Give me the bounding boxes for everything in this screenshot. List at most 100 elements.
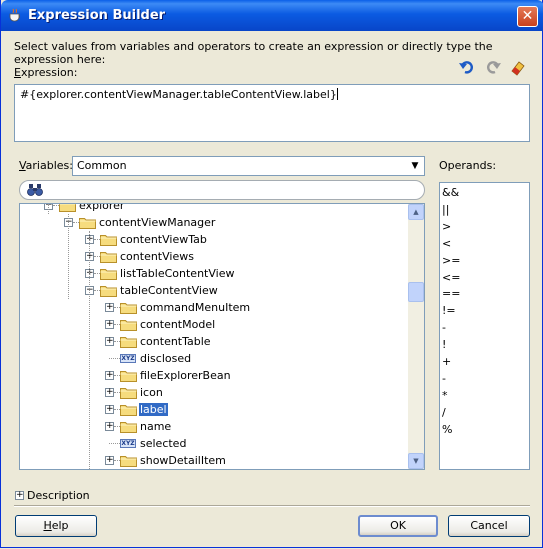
tree-guide-line <box>68 214 69 299</box>
tree-item[interactable]: + commandMenuItem <box>20 299 408 316</box>
tree-item[interactable]: + contentViewTab <box>20 231 408 248</box>
window-title: Expression Builder <box>28 8 166 23</box>
operand-item[interactable]: >= <box>442 253 460 269</box>
binoculars-icon <box>27 184 43 196</box>
operand-item[interactable]: == <box>442 286 460 302</box>
operand-item[interactable]: * <box>442 388 448 404</box>
tree-item-label[interactable]: tableContentView <box>119 284 219 297</box>
folder-icon <box>100 250 117 263</box>
operand-item[interactable]: && <box>442 185 459 201</box>
expand-plus-icon[interactable]: + <box>105 405 114 414</box>
cancel-button[interactable]: Cancel <box>448 515 530 537</box>
folder-icon <box>100 267 117 280</box>
tree-item[interactable]: + listTableContentView <box>20 265 408 282</box>
tree-item-label[interactable]: selected <box>139 437 187 450</box>
tree-item-label[interactable]: label <box>139 403 168 416</box>
tree-item-label[interactable]: fileExplorerBean <box>139 369 232 382</box>
tree-guide-line <box>89 231 90 469</box>
tree-item-label[interactable]: contentModel <box>139 318 216 331</box>
redo-icon[interactable] <box>484 58 502 76</box>
tree-item[interactable]: + icon <box>20 384 408 401</box>
tree-item[interactable]: + contentTable <box>20 333 408 350</box>
variables-selected-value: Common <box>77 159 127 172</box>
operand-item[interactable]: + <box>442 354 451 370</box>
folder-icon <box>120 335 137 348</box>
operand-item[interactable]: - <box>442 320 446 336</box>
eraser-icon[interactable] <box>509 58 527 76</box>
expand-plus-icon[interactable]: + <box>105 371 114 380</box>
operand-item[interactable]: || <box>442 202 449 218</box>
scroll-up-arrow-icon[interactable]: ▲ <box>408 204 424 220</box>
tree-item[interactable]: + showDetailItem <box>20 452 408 469</box>
operand-item[interactable]: / <box>442 405 446 421</box>
tree-vertical-scrollbar[interactable]: ▲ ▼ <box>408 204 424 469</box>
folder-icon <box>120 301 137 314</box>
tree-item[interactable]: + name <box>20 418 408 435</box>
expand-plus-icon[interactable]: + <box>105 456 114 465</box>
folder-icon <box>100 233 117 246</box>
operand-item[interactable]: < <box>442 236 451 252</box>
tree-item[interactable]: XYZ disclosed <box>20 350 408 367</box>
tree-item-label[interactable]: explorer <box>78 204 125 212</box>
tree-item[interactable]: + contentModel <box>20 316 408 333</box>
tree-item[interactable]: − contentViewManager <box>20 214 408 231</box>
expand-plus-icon[interactable]: + <box>105 320 114 329</box>
variables-search-field[interactable] <box>19 180 425 200</box>
close-button[interactable]: ✕ <box>517 6 538 27</box>
folder-icon <box>59 204 76 212</box>
expand-plus-icon[interactable]: + <box>105 337 114 346</box>
tree-connector <box>109 358 120 359</box>
tree-item[interactable]: + label <box>20 401 408 418</box>
operands-list[interactable]: && || > < >= <= == != -! + - * /% <box>439 182 530 470</box>
tree-item[interactable]: XYZ selected <box>20 435 408 452</box>
undo-icon[interactable] <box>458 58 476 76</box>
tree-item[interactable]: − explorer <box>20 204 408 214</box>
expand-plus-icon[interactable]: + <box>105 303 114 312</box>
text-caret <box>336 88 338 100</box>
operand-item[interactable]: <= <box>442 270 460 286</box>
expand-plus-icon[interactable]: + <box>105 422 114 431</box>
tree-item-label[interactable]: contentViewManager <box>98 216 216 229</box>
tree-item-label[interactable]: showDetailItem <box>139 454 227 467</box>
folder-icon <box>120 386 137 399</box>
variables-dropdown[interactable]: Common ▼ <box>72 156 425 176</box>
operands-label: Operands: <box>439 159 497 172</box>
title-bar[interactable]: Expression Builder ✕ <box>1 0 543 31</box>
operand-item[interactable]: != <box>442 303 456 319</box>
variables-tree[interactable]: ▲ ▼ − explorer − contentViewManager + content… <box>19 203 425 470</box>
chevron-down-icon[interactable]: ▼ <box>408 159 422 173</box>
description-expander[interactable]: + <box>15 491 24 500</box>
tree-item[interactable]: + contentViews <box>20 248 408 265</box>
tree-item-label[interactable]: contentViewTab <box>119 233 208 246</box>
folder-icon <box>100 284 117 297</box>
folder-icon <box>120 420 137 433</box>
folder-icon <box>120 318 137 331</box>
operand-item[interactable]: - <box>442 371 446 387</box>
expression-input[interactable]: #{explorer.contentViewManager.tableConte… <box>14 84 530 142</box>
tree-item-label[interactable]: listTableContentView <box>119 267 235 280</box>
tree-guide-line <box>48 204 49 214</box>
tree-connector <box>109 443 120 444</box>
tree-item-label[interactable]: contentViews <box>119 250 195 263</box>
tree-item[interactable]: + fileExplorerBean <box>20 367 408 384</box>
tree-item-label[interactable]: disclosed <box>139 352 192 365</box>
tree-item-label[interactable]: commandMenuItem <box>139 301 251 314</box>
tree-item-label[interactable]: contentTable <box>139 335 212 348</box>
tree-item-label[interactable]: name <box>139 420 172 433</box>
folder-icon <box>79 216 96 229</box>
scroll-thumb[interactable] <box>408 282 424 302</box>
value-property-icon: XYZ <box>120 354 136 363</box>
variables-label: Variables: <box>19 159 73 172</box>
operand-item[interactable]: ! <box>442 337 446 353</box>
description-label[interactable]: Description <box>27 489 90 502</box>
tree-item[interactable]: − tableContentView <box>20 282 408 299</box>
tree-item-label[interactable]: icon <box>139 386 164 399</box>
footer-divider <box>14 505 530 507</box>
operand-item[interactable]: > <box>442 219 451 235</box>
expand-plus-icon[interactable]: + <box>105 388 114 397</box>
operand-item[interactable]: % <box>442 422 452 438</box>
help-button[interactable]: Help <box>15 515 97 537</box>
expression-text: #{explorer.contentViewManager.tableConte… <box>20 88 337 101</box>
scroll-down-arrow-icon[interactable]: ▼ <box>408 453 424 469</box>
ok-button[interactable]: OK <box>358 515 438 537</box>
